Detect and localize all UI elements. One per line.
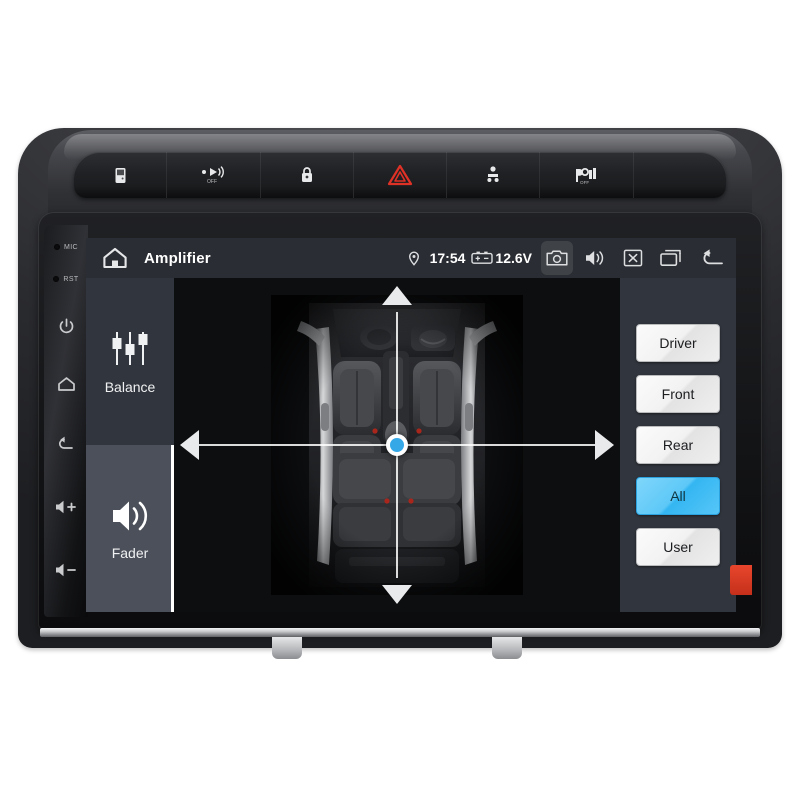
status-bar: Amplifier 17:54 12.6V bbox=[86, 238, 736, 278]
parking-sensor-icon: OFF bbox=[202, 166, 225, 184]
close-box-icon bbox=[623, 249, 643, 267]
child-lock-icon: OFF bbox=[575, 167, 596, 185]
balance-fader-pad[interactable] bbox=[174, 278, 620, 612]
mic-led bbox=[53, 244, 60, 250]
hazard-lights-button[interactable] bbox=[353, 152, 448, 198]
preset-user-button[interactable]: User bbox=[636, 528, 720, 566]
balance-fader-position-dot[interactable] bbox=[386, 434, 408, 456]
door-icon bbox=[115, 167, 126, 183]
volume-button[interactable] bbox=[576, 238, 614, 278]
central-lock-button[interactable] bbox=[260, 152, 354, 198]
preset-rear-button[interactable]: Rear bbox=[636, 426, 720, 464]
speaker-icon bbox=[586, 251, 604, 265]
volume-down-button[interactable] bbox=[54, 540, 78, 600]
status-icons: 17:54 12.6V bbox=[402, 238, 736, 278]
recent-apps-button[interactable] bbox=[652, 238, 690, 278]
arrow-down[interactable] bbox=[382, 585, 412, 604]
power-icon bbox=[59, 318, 73, 333]
child-lock-button[interactable]: OFF bbox=[540, 152, 634, 198]
mounting-tab-right bbox=[492, 637, 522, 659]
clock: 17:54 bbox=[429, 250, 466, 266]
sidebar-item-label: Balance bbox=[104, 378, 156, 395]
dashboard-button-strip: OFF OFF bbox=[74, 152, 726, 198]
mode-sidebar: Balance Fader bbox=[86, 278, 174, 612]
arrow-left[interactable] bbox=[180, 430, 199, 460]
airbag-icon bbox=[487, 166, 499, 182]
location-pin-icon bbox=[402, 250, 426, 266]
volume-up-button[interactable] bbox=[54, 474, 78, 540]
arrow-up[interactable] bbox=[382, 286, 412, 305]
home-button[interactable] bbox=[86, 238, 144, 278]
home-icon bbox=[103, 247, 127, 269]
back-arrow-icon bbox=[703, 249, 723, 265]
home-hardkey[interactable] bbox=[57, 356, 76, 412]
blank-key[interactable] bbox=[633, 152, 726, 198]
hazard-triangle-icon bbox=[387, 164, 413, 185]
camera-icon bbox=[546, 250, 568, 266]
parking-sensor-button[interactable]: OFF bbox=[167, 152, 261, 198]
preset-all-button[interactable]: All bbox=[636, 477, 720, 515]
preset-front-button[interactable]: Front bbox=[636, 375, 720, 413]
back-arrow-icon bbox=[58, 436, 73, 449]
arrow-right[interactable] bbox=[595, 430, 614, 460]
sidebar-item-fader[interactable]: Fader bbox=[86, 445, 174, 612]
amplifier-body: Balance Fader Driver Front Rear All User bbox=[86, 278, 736, 612]
balance-sliders-icon bbox=[112, 331, 148, 365]
close-button[interactable] bbox=[614, 238, 652, 278]
preset-button-column: Driver Front Rear All User bbox=[620, 278, 736, 612]
chrome-bottom-trim bbox=[40, 628, 760, 637]
hardware-key-column: MIC RST bbox=[44, 232, 88, 616]
mounting-tab-left bbox=[272, 637, 302, 659]
screenshot-root: OFF OFF MIC RST Amplifier 17:54 12.6V Ba… bbox=[0, 0, 800, 800]
volume-up-icon bbox=[56, 500, 76, 514]
reset-led bbox=[53, 276, 60, 282]
right-side-red-tab bbox=[730, 565, 752, 595]
mic-indicator: MIC bbox=[53, 232, 78, 262]
recent-apps-icon bbox=[660, 249, 681, 266]
home-icon bbox=[57, 377, 75, 391]
voltage-readout: 12.6V bbox=[495, 250, 532, 266]
page-title: Amplifier bbox=[144, 249, 211, 267]
svg-text:OFF: OFF bbox=[580, 180, 589, 185]
speaker-waves-icon bbox=[113, 501, 148, 530]
sidebar-item-balance[interactable]: Balance bbox=[86, 278, 174, 445]
back-hardkey[interactable] bbox=[56, 412, 77, 474]
reset-indicator[interactable]: RST bbox=[53, 262, 78, 296]
sidebar-item-label: Fader bbox=[111, 544, 149, 561]
door-lock-button[interactable] bbox=[74, 152, 168, 198]
camera-button[interactable] bbox=[538, 238, 576, 278]
touchscreen-display: Amplifier 17:54 12.6V Balance Fader Driv… bbox=[86, 238, 736, 612]
back-button[interactable] bbox=[690, 238, 736, 278]
preset-driver-button[interactable]: Driver bbox=[636, 324, 720, 362]
lock-icon bbox=[301, 167, 312, 182]
power-button[interactable] bbox=[58, 296, 75, 356]
volume-down-icon bbox=[56, 563, 76, 577]
battery-icon bbox=[469, 251, 495, 265]
airbag-button[interactable] bbox=[447, 152, 541, 198]
svg-text:OFF: OFF bbox=[207, 179, 217, 184]
